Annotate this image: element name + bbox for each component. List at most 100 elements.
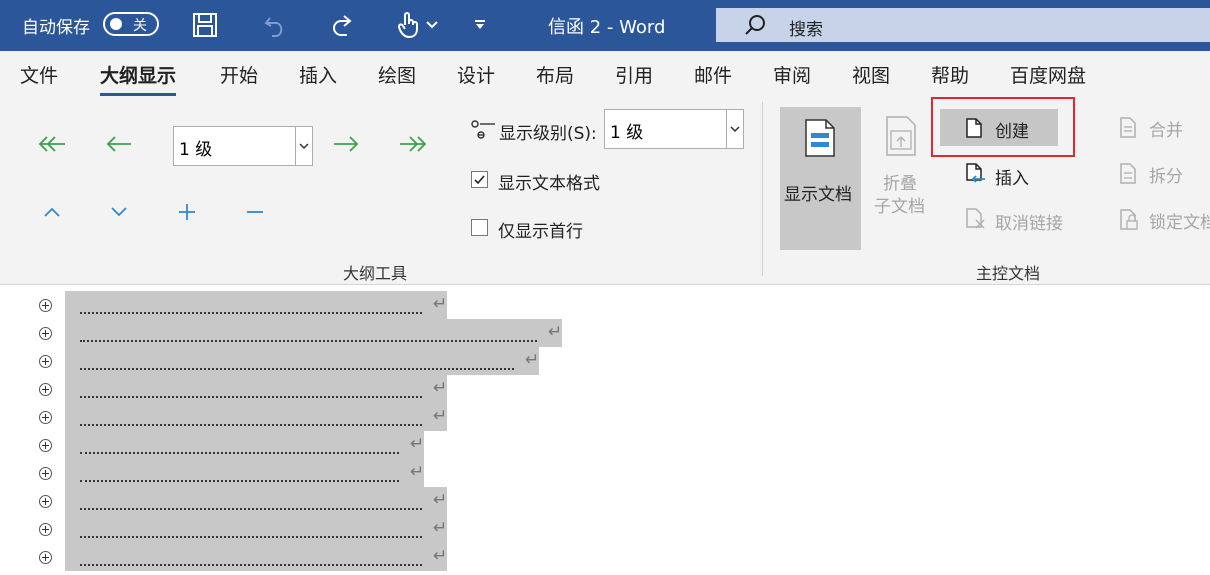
dotted-line bbox=[80, 424, 422, 426]
outline-expand-icon[interactable] bbox=[39, 355, 52, 368]
merge-subdocument-button[interactable]: 合并 bbox=[1118, 114, 1210, 146]
collapse-icon[interactable] bbox=[240, 197, 270, 227]
outline-tools-group-label: 大纲工具 bbox=[343, 264, 408, 283]
outline-row[interactable]: ↵ bbox=[0, 431, 600, 459]
toggle-knob bbox=[110, 18, 122, 30]
outline-expand-icon[interactable] bbox=[39, 383, 52, 396]
tab-help[interactable]: 帮助 bbox=[931, 61, 969, 88]
heading-placeholder bbox=[65, 319, 562, 347]
paragraph-mark-icon: ↵ bbox=[433, 490, 448, 510]
dotted-line bbox=[80, 452, 399, 454]
chevron-down-icon[interactable] bbox=[422, 10, 442, 40]
split-subdocument-button[interactable]: 拆分 bbox=[1118, 160, 1210, 192]
chevron-down-icon[interactable] bbox=[726, 110, 743, 148]
tab-references[interactable]: 引用 bbox=[615, 61, 653, 88]
lock-document-button[interactable]: 锁定文档 bbox=[1118, 206, 1210, 238]
touch-mode-icon[interactable] bbox=[394, 10, 424, 40]
heading-placeholder bbox=[65, 291, 447, 319]
move-up-icon[interactable] bbox=[37, 197, 67, 227]
outline-row[interactable]: ↵ bbox=[0, 319, 600, 347]
paragraph-mark-icon: ↵ bbox=[548, 322, 563, 342]
search-box[interactable]: 搜索 bbox=[716, 8, 1210, 42]
save-icon[interactable] bbox=[190, 10, 220, 40]
tab-draw[interactable]: 绘图 bbox=[378, 61, 416, 88]
outline-row[interactable]: ↵ bbox=[0, 403, 600, 431]
merge-icon bbox=[1118, 117, 1138, 143]
document-area[interactable]: ↵ ↵ ↵ ↵ ↵ ↵ ↵ ↵ ↵ ↵ bbox=[0, 285, 1210, 575]
outline-row[interactable]: ↵ bbox=[0, 515, 600, 543]
outline-expand-icon[interactable] bbox=[39, 523, 52, 536]
outline-expand-icon[interactable] bbox=[39, 495, 52, 508]
tab-insert[interactable]: 插入 bbox=[299, 61, 337, 88]
tab-baidu-netdisk[interactable]: 百度网盘 bbox=[1010, 61, 1086, 88]
expand-icon[interactable] bbox=[172, 197, 202, 227]
paragraph-mark-icon: ↵ bbox=[525, 350, 540, 370]
dotted-line bbox=[80, 340, 537, 342]
outline-row[interactable]: ↵ bbox=[0, 375, 600, 403]
demote-to-body-text-icon[interactable] bbox=[398, 129, 428, 159]
show-first-line-checkbox[interactable] bbox=[471, 219, 488, 236]
move-down-icon[interactable] bbox=[104, 197, 134, 227]
redo-icon[interactable] bbox=[328, 10, 358, 40]
dotted-line bbox=[80, 480, 399, 482]
dotted-line bbox=[80, 396, 422, 398]
lock-label: 锁定文档 bbox=[1149, 213, 1210, 233]
tab-file[interactable]: 文件 bbox=[20, 61, 58, 88]
insert-subdocument-button[interactable]: 插入 bbox=[940, 160, 1058, 192]
heading-placeholder bbox=[65, 431, 424, 459]
promote-to-heading1-icon[interactable] bbox=[37, 129, 67, 159]
dotted-line bbox=[80, 312, 422, 314]
collapse-label-line2: 子文档 bbox=[874, 197, 925, 217]
dotted-line bbox=[80, 368, 514, 370]
tab-home[interactable]: 开始 bbox=[220, 61, 258, 88]
dotted-line bbox=[80, 536, 422, 538]
unlink-subdocument-button[interactable]: 取消链接 bbox=[940, 205, 1070, 237]
heading-placeholder bbox=[65, 543, 447, 571]
outline-row[interactable]: ↵ bbox=[0, 459, 600, 487]
master-document-group-label: 主控文档 bbox=[976, 264, 1041, 283]
outline-expand-icon[interactable] bbox=[39, 327, 52, 340]
tab-design[interactable]: 设计 bbox=[457, 61, 495, 88]
search-placeholder: 搜索 bbox=[789, 20, 823, 40]
show-document-label: 显示文档 bbox=[784, 185, 852, 205]
paragraph-mark-icon: ↵ bbox=[433, 546, 448, 566]
heading-placeholder bbox=[65, 459, 424, 487]
outline-expand-icon[interactable] bbox=[39, 299, 52, 312]
undo-icon[interactable] bbox=[260, 10, 290, 40]
tab-review[interactable]: 审阅 bbox=[773, 61, 811, 88]
tab-layout[interactable]: 布局 bbox=[536, 61, 574, 88]
checkmark-icon bbox=[474, 175, 485, 185]
show-document-button[interactable]: 显示文档 bbox=[780, 107, 861, 250]
outline-expand-icon[interactable] bbox=[39, 551, 52, 564]
show-level-value: 1 级 bbox=[610, 123, 644, 143]
highlight-box bbox=[931, 97, 1075, 157]
outline-row[interactable]: ↵ bbox=[0, 347, 600, 375]
heading-placeholder bbox=[65, 487, 447, 515]
demote-icon[interactable] bbox=[331, 129, 361, 159]
outline-row[interactable]: ↵ bbox=[0, 291, 600, 319]
tab-outline[interactable]: 大纲显示 bbox=[100, 61, 177, 96]
dotted-line bbox=[80, 564, 422, 566]
outline-level-select[interactable]: 1 级 bbox=[173, 126, 313, 166]
heading-placeholder bbox=[65, 347, 539, 375]
collapse-subdocuments-button[interactable]: 折叠 子文档 bbox=[874, 115, 930, 217]
tab-view[interactable]: 视图 bbox=[852, 61, 890, 88]
document-icon bbox=[804, 118, 836, 162]
outline-expand-icon[interactable] bbox=[39, 439, 52, 452]
paragraph-mark-icon: ↵ bbox=[433, 518, 448, 538]
lock-icon bbox=[1118, 209, 1140, 235]
outline-row[interactable]: ↵ bbox=[0, 487, 600, 515]
show-text-format-checkbox[interactable] bbox=[471, 171, 488, 188]
outline-row[interactable]: ↵ bbox=[0, 543, 600, 571]
collapse-subdocuments-icon bbox=[885, 115, 917, 161]
outline-expand-icon[interactable] bbox=[39, 467, 52, 480]
chevron-down-icon[interactable] bbox=[295, 127, 312, 165]
outline-expand-icon[interactable] bbox=[39, 411, 52, 424]
paragraph-mark-icon: ↵ bbox=[433, 406, 448, 426]
show-level-select[interactable]: 1 级 bbox=[604, 109, 744, 149]
customize-toolbar-icon[interactable] bbox=[466, 10, 494, 40]
promote-icon[interactable] bbox=[104, 129, 134, 159]
tab-mailings[interactable]: 邮件 bbox=[694, 61, 732, 88]
autosave-toggle[interactable]: 关 bbox=[103, 12, 159, 36]
autosave-label: 自动保存 bbox=[22, 18, 90, 38]
